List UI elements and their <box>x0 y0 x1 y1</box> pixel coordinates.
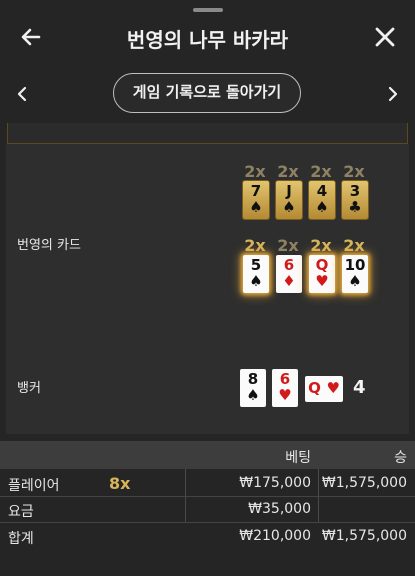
prosperity-cards-label: 번영의 카드 <box>17 238 81 253</box>
bet-amount: ₩210,000 <box>239 528 311 544</box>
spade-icon: ♠ <box>282 198 296 216</box>
banker-total: 4 <box>353 377 366 398</box>
page-title: 번영의 나무 바카라 <box>126 28 289 52</box>
bet-column-header: 베팅 <box>285 450 311 466</box>
spade-icon: ♠ <box>246 386 260 404</box>
card-rank: 7 <box>250 182 262 200</box>
arrow-left-icon[interactable] <box>18 24 44 50</box>
bet-amount: ₩35,000 <box>248 501 311 517</box>
close-icon[interactable] <box>372 24 398 50</box>
row-label: 요금 <box>8 504 34 520</box>
multiplier-label: 2x <box>310 162 332 181</box>
multiplier-label: 2x <box>277 162 299 181</box>
card-rank: J <box>286 182 292 200</box>
playing-card: 3 ♣ <box>342 181 368 219</box>
multiplier-label: 2x <box>277 236 299 255</box>
table-header: 베팅 승 <box>0 441 415 469</box>
card-rank: 5 <box>250 256 262 274</box>
playing-card: J ♠ <box>276 181 302 219</box>
row-label: 합계 <box>8 531 34 547</box>
playing-card: Q ♥ <box>309 255 335 293</box>
card-rank: 4 <box>316 182 328 200</box>
spade-icon: ♠ <box>249 198 263 216</box>
heart-icon: ♥ <box>278 386 292 404</box>
playing-card: 4 ♠ <box>309 181 335 219</box>
row-label: 플레이어 <box>8 478 60 494</box>
chevron-right-icon[interactable] <box>383 82 403 106</box>
card-rank: 3 <box>349 182 361 200</box>
playing-card: 8 ♠ <box>240 369 266 407</box>
playing-card: 6 ♦ <box>276 255 302 293</box>
multiplier-label: 2x <box>244 162 266 181</box>
card-rank: 10 <box>344 256 366 274</box>
playing-card: 7 ♠ <box>243 181 269 219</box>
heart-icon: ♥ <box>315 272 329 290</box>
drag-handle[interactable] <box>193 8 223 12</box>
card-rank: Q <box>315 256 329 274</box>
win-amount: ₩1,575,000 <box>321 475 407 491</box>
card-rank: 6 <box>283 256 295 274</box>
playing-card: 6 ♥ <box>272 369 298 407</box>
diamond-icon: ♦ <box>282 272 296 290</box>
card-rank: Q <box>308 379 321 397</box>
spade-icon: ♠ <box>249 272 263 290</box>
spade-icon: ♠ <box>348 272 362 290</box>
card-rank: 6 <box>279 370 291 388</box>
win-column-header: 승 <box>394 450 407 466</box>
round-panel-top <box>7 123 408 144</box>
playing-card-sideways: Q ♥ <box>305 376 343 402</box>
multiplier-label: 2x <box>244 236 266 255</box>
heart-icon: ♥ <box>326 379 340 397</box>
divider <box>0 522 415 523</box>
playing-card: 10 ♠ <box>342 255 368 293</box>
win-amount: ₩1,575,000 <box>321 528 407 544</box>
bet-results-table: 베팅 승 플레이어 8x ₩175,000 ₩1,575,000 요금 ₩35,… <box>0 441 415 547</box>
chevron-left-icon[interactable] <box>12 82 32 106</box>
multiplier-label: 2x <box>310 236 332 255</box>
card-rank: 8 <box>247 370 259 388</box>
banker-label: 뱅커 <box>17 381 41 396</box>
divider <box>0 496 415 497</box>
club-icon: ♣ <box>348 198 362 216</box>
bet-amount: ₩175,000 <box>239 475 311 491</box>
multiplier-label: 2x <box>343 162 365 181</box>
multiplier-badge: 8x <box>109 474 131 493</box>
spade-icon: ♠ <box>315 198 329 216</box>
playing-card: 5 ♠ <box>243 255 269 293</box>
back-to-history-button[interactable]: 게임 기록으로 돌아가기 <box>113 73 301 113</box>
multiplier-label: 2x <box>343 236 365 255</box>
